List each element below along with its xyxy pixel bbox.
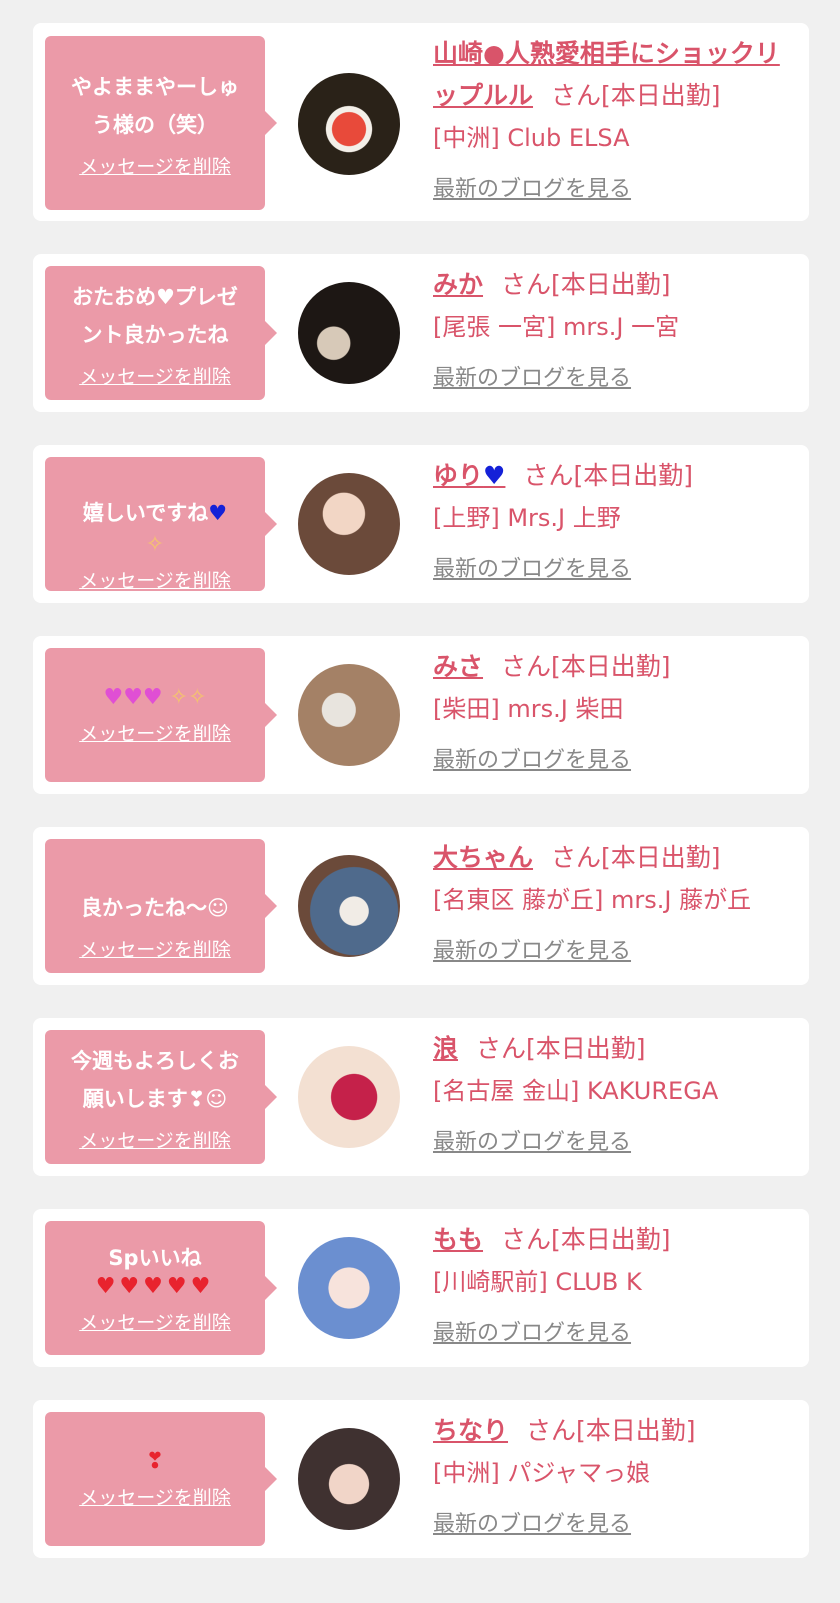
message-text: 嬉しいですね bbox=[82, 500, 209, 525]
cast-name-link[interactable]: みさ bbox=[433, 652, 483, 681]
avatar[interactable] bbox=[298, 473, 400, 575]
message-bubble: ❣ メッセージを削除 bbox=[45, 1412, 277, 1546]
name-suffix: さん[本日出勤] bbox=[476, 1034, 646, 1063]
cast-name-link[interactable]: もも bbox=[433, 1225, 483, 1254]
message-bubble: 嬉しいですね♥ ✧ メッセージを削除 bbox=[45, 457, 277, 593]
avatar[interactable] bbox=[298, 73, 400, 175]
name-suffix: さん[本日出勤] bbox=[526, 1416, 696, 1445]
cast-name-link[interactable]: みか bbox=[433, 270, 483, 299]
message-bubble: 今週もよろしくお 願いします❣☺ メッセージを削除 bbox=[45, 1030, 277, 1164]
list-item: ❣ メッセージを削除 ちなり さん[本日出勤] [中洲] パジャマっ娘 最新のブロ… bbox=[33, 1400, 809, 1558]
latest-blog-link[interactable]: 最新のブログを見る bbox=[433, 742, 631, 774]
message-list: やよままやーしゅ う様の（笑） メッセージを削除 山崎●人熟愛相手にショックリッ… bbox=[0, 0, 840, 1603]
message-text: Spいいね bbox=[108, 1245, 202, 1270]
name-suffix: さん[本日出勤] bbox=[501, 652, 671, 681]
message-bubble: おたおめ♥プレゼ ント良かったね メッセージを削除 bbox=[45, 266, 277, 400]
delete-message-button[interactable]: メッセージを削除 bbox=[79, 1483, 231, 1510]
latest-blog-link[interactable]: 最新のブログを見る bbox=[433, 1315, 631, 1347]
message-bubble: Spいいね ♥♥♥♥♥ メッセージを削除 bbox=[45, 1221, 277, 1355]
message-text: 良かったね〜 bbox=[81, 895, 208, 920]
shop-name: [中洲] パジャマっ娘 bbox=[433, 1459, 651, 1487]
avatar[interactable] bbox=[298, 855, 400, 957]
avatar[interactable] bbox=[298, 1046, 400, 1148]
avatar[interactable] bbox=[298, 282, 400, 384]
avatar[interactable] bbox=[298, 664, 400, 766]
message-text: 今週もよろしくお 願いします❣☺ bbox=[71, 1048, 239, 1111]
shop-name: [中洲] Club ELSA bbox=[433, 124, 630, 152]
avatar[interactable] bbox=[298, 1428, 400, 1530]
latest-blog-link[interactable]: 最新のブログを見る bbox=[433, 360, 631, 392]
delete-message-button[interactable]: メッセージを削除 bbox=[79, 362, 231, 389]
shop-name: [柴田] mrs.J 柴田 bbox=[433, 695, 624, 723]
latest-blog-link[interactable]: 最新のブログを見る bbox=[433, 1506, 631, 1538]
avatar[interactable] bbox=[298, 1237, 400, 1339]
shop-name: [上野] Mrs.J 上野 bbox=[433, 504, 621, 532]
name-suffix: さん[本日出勤] bbox=[551, 81, 721, 110]
list-item: 今週もよろしくお 願いします❣☺ メッセージを削除 浪さん[本日出勤] [名古屋… bbox=[33, 1018, 809, 1176]
shop-name: [尾張 一宮] mrs.J 一宮 bbox=[433, 313, 680, 341]
name-suffix: さん[本日出勤] bbox=[501, 270, 671, 299]
name-suffix: さん[本日出勤] bbox=[551, 843, 721, 872]
list-item: 嬉しいですね♥ ✧ メッセージを削除 ゆり♥ さん[本日出勤] [上野] Mrs.… bbox=[33, 445, 809, 603]
message-bubble: 良かったね〜☺ メッセージを削除 bbox=[45, 839, 277, 973]
message-text: おたおめ♥プレゼ ント良かったね bbox=[72, 284, 238, 347]
list-item: Spいいね ♥♥♥♥♥ メッセージを削除 もも さん[本日出勤] [川崎駅前] C… bbox=[33, 1209, 809, 1367]
cast-name-link[interactable]: 浪 bbox=[433, 1034, 458, 1063]
sparkle-icon: ✧✧ bbox=[169, 684, 207, 710]
shop-name: [川崎駅前] CLUB K bbox=[433, 1268, 642, 1296]
shop-name: [名東区 藤が丘] mrs.J 藤が丘 bbox=[433, 886, 752, 914]
shop-name: [名古屋 金山] KAKUREGA bbox=[433, 1077, 719, 1105]
latest-blog-link[interactable]: 最新のブログを見る bbox=[433, 171, 631, 203]
cast-name-link[interactable]: ゆり♥ bbox=[433, 461, 505, 490]
pink-heart-icon: ♥♥♥ bbox=[103, 684, 163, 710]
sparkle-icon: ✧ bbox=[145, 531, 165, 557]
message-bubble: ♥♥♥ ✧✧ メッセージを削除 bbox=[45, 648, 277, 782]
delete-message-button[interactable]: メッセージを削除 bbox=[79, 1308, 231, 1335]
blue-heart-icon: ♥ bbox=[483, 461, 506, 490]
delete-message-button[interactable]: メッセージを削除 bbox=[79, 935, 231, 962]
name-suffix: さん[本日出勤] bbox=[501, 1225, 671, 1254]
list-item: おたおめ♥プレゼ ント良かったね メッセージを削除 みか さん[本日出勤] [尾張… bbox=[33, 254, 809, 412]
message-bubble: やよままやーしゅ う様の（笑） メッセージを削除 bbox=[45, 36, 277, 210]
latest-blog-link[interactable]: 最新のブログを見る bbox=[433, 1124, 631, 1156]
delete-message-button[interactable]: メッセージを削除 bbox=[79, 566, 231, 593]
latest-blog-link[interactable]: 最新のブログを見る bbox=[433, 551, 631, 583]
cast-name-link[interactable]: 大ちゃん bbox=[433, 843, 533, 872]
delete-message-button[interactable]: メッセージを削除 bbox=[79, 1126, 231, 1153]
delete-message-button[interactable]: メッセージを削除 bbox=[79, 719, 231, 746]
list-item: 良かったね〜☺ メッセージを削除 大ちゃん さん[本日出勤] [名東区 藤が丘] … bbox=[33, 827, 809, 985]
heart-exclamation-icon: ❣ bbox=[145, 1448, 165, 1474]
name-suffix: さん[本日出勤] bbox=[523, 461, 693, 490]
blue-heart-icon: ♥ bbox=[208, 500, 228, 525]
list-item: やよままやーしゅ う様の（笑） メッセージを削除 山崎●人熟愛相手にショックリッ… bbox=[33, 23, 809, 221]
smiling-face-icon: ☺ bbox=[207, 895, 229, 920]
cast-name-link[interactable]: ちなり bbox=[433, 1416, 508, 1445]
delete-message-button[interactable]: メッセージを削除 bbox=[79, 152, 231, 179]
message-text: やよままやーしゅ う様の（笑） bbox=[71, 74, 239, 137]
latest-blog-link[interactable]: 最新のブログを見る bbox=[433, 933, 631, 965]
list-item: ♥♥♥ ✧✧ メッセージを削除 みさ さん[本日出勤] [柴田] mrs.J 柴田… bbox=[33, 636, 809, 794]
red-heart-icon: ♥♥♥♥♥ bbox=[95, 1273, 215, 1299]
